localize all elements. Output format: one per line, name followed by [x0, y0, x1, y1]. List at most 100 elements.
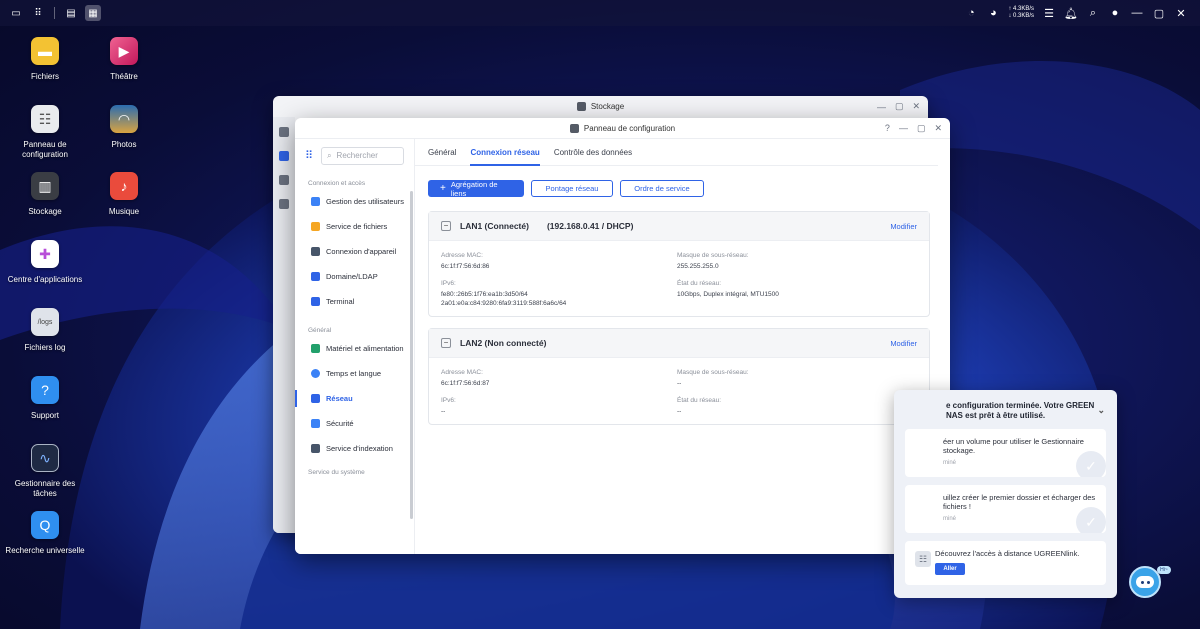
link-aggregation-button[interactable]: + Agrégation de liens	[428, 180, 524, 198]
sidebar-item-service-fichiers[interactable]: Service de fichiers	[295, 214, 414, 239]
desktop-icon-label: Musique	[108, 207, 140, 216]
storage-nav-icon[interactable]	[279, 199, 289, 209]
search-icon[interactable]: ⌕	[1086, 6, 1100, 20]
storage-window-titlebar[interactable]: Stockage — ▢ ✕	[273, 96, 928, 117]
sidebar-item-securite[interactable]: Sécurité	[295, 411, 414, 436]
logs-icon-text: /logs	[37, 318, 53, 326]
desktop-icon-fichiers[interactable]: ▬ Fichiers	[5, 37, 85, 82]
mac-value: 6c:1f:f7:56:6d:86	[441, 263, 490, 270]
speedometer-icon[interactable]: ◔	[964, 6, 978, 20]
state-label: État du réseau:	[677, 280, 722, 287]
globe-icon	[311, 369, 320, 378]
desktop-icon-label: Stockage	[28, 207, 62, 216]
section-title-connexion: Connexion et accès	[308, 180, 366, 187]
setup-notification-panel[interactable]: e configuration terminée. Votre GREEN NA…	[894, 390, 1117, 598]
storage-window-controls: — ▢ ✕	[877, 96, 920, 117]
sidebar-item-materiel-alimentation[interactable]: Matériel et alimentation	[295, 336, 414, 361]
notification-item[interactable]: éer un volume pour utiliser le Gestionna…	[905, 429, 1106, 477]
folder-icon: ▬	[31, 37, 59, 65]
notification-item[interactable]: uillez créer le premier dossier et échar…	[905, 485, 1106, 533]
network-bridge-button[interactable]: Pontage réseau	[531, 180, 613, 197]
notification-item-remote-access: ☷ Découvrez l'accès à distance UGREENlin…	[905, 541, 1106, 585]
restore-icon[interactable]: ▢	[1152, 6, 1166, 20]
chevron-down-icon[interactable]: ⌄	[1097, 405, 1105, 415]
mask-value: --	[677, 380, 682, 387]
control-panel-sidebar: ⠿ ⌕ Rechercher Connexion et accès Gestio…	[295, 139, 415, 554]
network-speed: ↑ 4.3KB/s ↓ 0.3KB/s	[1008, 6, 1034, 20]
notification-title: e configuration terminée. Votre GREEN NA…	[894, 390, 1117, 421]
desktop-icon-theatre[interactable]: ▶ Théâtre	[84, 37, 164, 82]
tab-general[interactable]: Général	[428, 139, 456, 166]
sidebar-item-gestion-utilisateurs[interactable]: Gestion des utilisateurs	[295, 189, 414, 214]
taskbar-control-panel-icon[interactable]: ▦	[85, 5, 101, 21]
desktop-icon-gestionnaire-des-taches[interactable]: ∿ Gestionnaire des tâches	[5, 444, 85, 499]
notification-item-status: miné	[943, 460, 957, 466]
minimize-icon[interactable]: —	[899, 123, 908, 133]
sidebar-scrollbar[interactable]	[410, 191, 413, 519]
lan2-modify-link[interactable]: Modifier	[890, 339, 917, 348]
sidebar-item-label: Sécurité	[326, 419, 354, 428]
storage-nav-icon[interactable]	[279, 127, 289, 137]
help-icon[interactable]: ?	[885, 123, 890, 133]
user-icon[interactable]: ●	[1108, 6, 1122, 20]
tab-controle-donnees[interactable]: Contrôle des données	[554, 139, 632, 166]
lan1-modify-link[interactable]: Modifier	[890, 222, 917, 231]
desktop-icon-stockage[interactable]: ▥ Stockage	[5, 172, 85, 217]
collapse-icon[interactable]: −	[441, 338, 451, 348]
sidebar-item-reseau[interactable]: Réseau	[295, 386, 414, 411]
collapse-icon[interactable]: −	[441, 221, 451, 231]
sidebar-item-connexion-appareil[interactable]: Connexion d'appareil	[295, 239, 414, 264]
service-order-button[interactable]: Ordre de service	[620, 180, 704, 197]
desktop-icon-fichiers-log[interactable]: /logs Fichiers log	[5, 308, 85, 353]
maximize-icon[interactable]: ▢	[895, 101, 904, 112]
sidebar-item-terminal[interactable]: Terminal	[295, 289, 414, 314]
desktop-icon-label: Gestionnaire des tâches	[14, 479, 76, 498]
app-center-icon: ✚	[31, 240, 59, 268]
apps-grid-icon[interactable]: ⠿	[305, 149, 313, 162]
search-input[interactable]: ⌕ Rechercher	[321, 146, 404, 165]
desktop-icon-label: Théâtre	[110, 72, 138, 81]
lan1-card: − LAN1 (Connecté) (192.168.0.41 / DHCP) …	[428, 211, 930, 317]
search-icon: ⌕	[327, 150, 332, 160]
taskbar-storage-icon[interactable]: ▤	[63, 5, 79, 21]
sidebar-item-domaine-ldap[interactable]: Domaine/LDAP	[295, 264, 414, 289]
sidebar-item-label: Service de fichiers	[326, 222, 388, 231]
desktop-icon-musique[interactable]: ♪ Musique	[84, 172, 164, 217]
desktop-icon-recherche-universelle[interactable]: Q Recherche universelle	[5, 511, 85, 556]
minimize-all-icon[interactable]: —	[1130, 6, 1144, 20]
app-grid-icon[interactable]: ⠿	[30, 5, 46, 21]
aller-button[interactable]: Aller	[935, 563, 965, 575]
lan1-mac-field: Adresse MAC: 6c:1f:f7:56:6d:86	[441, 251, 677, 271]
desktop-icon-centre-applications[interactable]: ✚ Centre d'applications	[5, 240, 85, 285]
lan2-state-field: État du réseau: --	[677, 396, 917, 416]
clapperboard-icon: ▶	[110, 37, 138, 65]
storage-nav-icon[interactable]	[279, 151, 289, 161]
ipv6-value: fe80::26b5:1f76:ea1b:3d50/64	[441, 291, 528, 298]
maximize-icon[interactable]: ▢	[917, 123, 926, 134]
control-panel-icon: ☷	[31, 105, 59, 133]
notification-bell-icon[interactable]: 🔔︎	[1064, 6, 1078, 20]
sidebar-item-temps-langue[interactable]: Temps et langue	[295, 361, 414, 386]
sidebar-item-service-indexation[interactable]: Service d'indexation	[295, 436, 414, 461]
minimize-icon[interactable]: —	[877, 102, 886, 112]
close-icon[interactable]: ✕	[934, 123, 942, 134]
domain-icon	[311, 272, 320, 281]
mask-label: Masque de sous-réseau:	[677, 252, 749, 259]
close-icon[interactable]: ✕	[1174, 6, 1188, 20]
desktop-icon-photos[interactable]: ◠ Photos	[84, 105, 164, 150]
storage-nav-icon[interactable]	[279, 175, 289, 185]
mac-label: Adresse MAC:	[441, 252, 483, 259]
network-speed-icon[interactable]: ◕	[986, 6, 1000, 20]
desktop-icon-panneau-de-configuration[interactable]: ☷ Panneau de configuration	[5, 105, 85, 160]
tasks-list-icon[interactable]: ☰	[1042, 6, 1056, 20]
control-panel-window[interactable]: Panneau de configuration ? — ▢ ✕ ⠿ ⌕ Rec…	[295, 118, 950, 554]
photos-icon: ◠	[110, 105, 138, 133]
close-icon[interactable]: ✕	[912, 101, 920, 112]
tab-connexion-reseau[interactable]: Connexion réseau	[470, 139, 541, 166]
notification-item-text: Découvrez l'accès à distance UGREENlink.	[935, 549, 1080, 558]
ipv6-value: --	[441, 408, 446, 415]
desktop-icon-support[interactable]: ? Support	[5, 376, 85, 421]
mac-label: Adresse MAC:	[441, 369, 483, 376]
desktop-toggle-icon[interactable]: ▭	[8, 5, 24, 21]
control-panel-titlebar[interactable]: Panneau de configuration ? — ▢ ✕	[295, 118, 950, 139]
